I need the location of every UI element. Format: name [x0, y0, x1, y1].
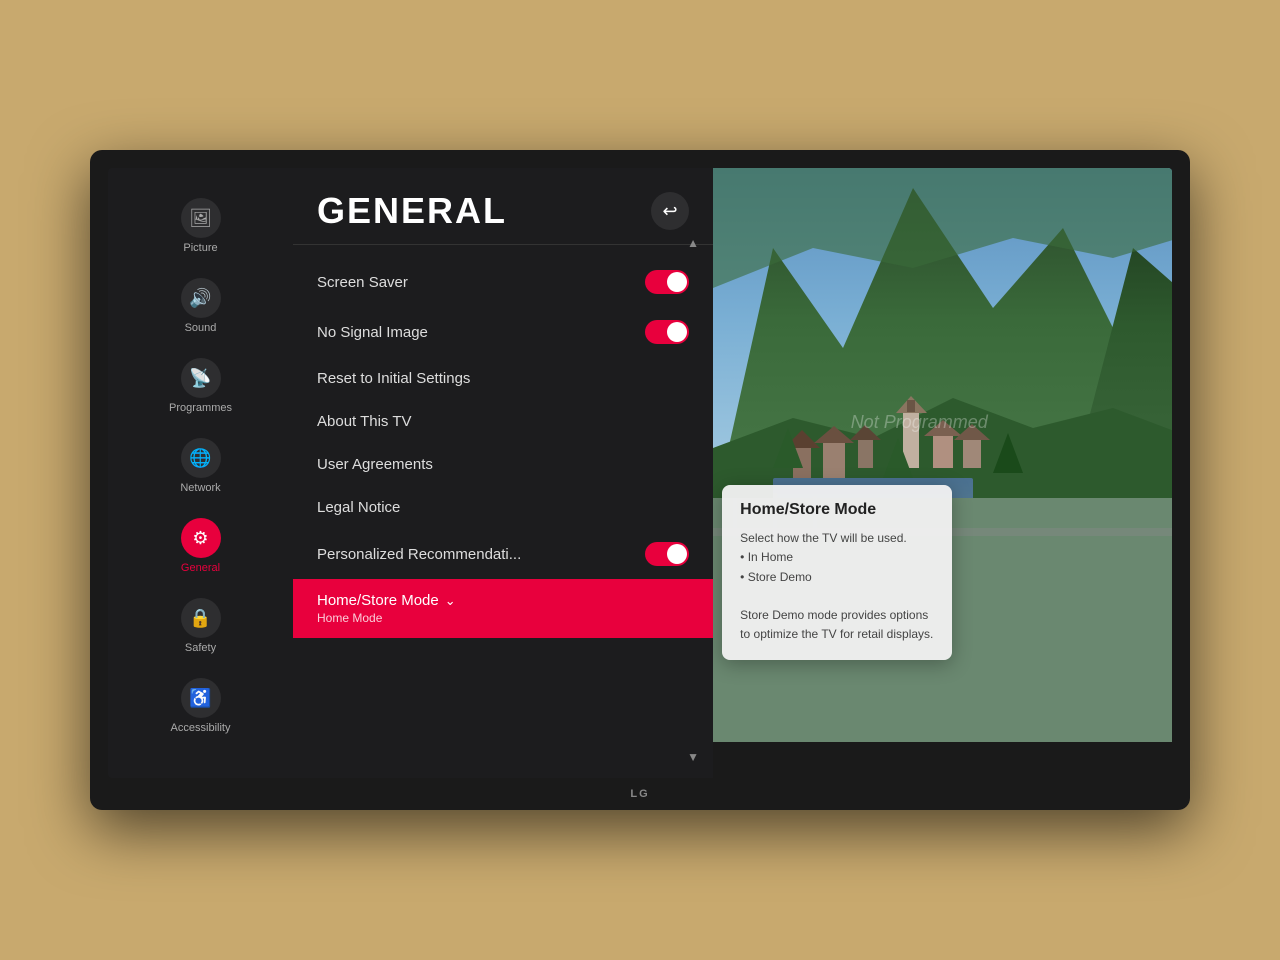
sidebar-item-picture[interactable]: 🖼 Picture — [108, 188, 293, 264]
sidebar-item-network[interactable]: 🌐 Network — [108, 428, 293, 504]
accessibility-icon: ♿ — [181, 678, 221, 718]
home-store-mode-label: Home/Store Mode ⌄ — [317, 592, 456, 609]
sidebar-label-picture: Picture — [183, 242, 217, 254]
screen-saver-toggle[interactable] — [645, 270, 689, 294]
sidebar-label-general: General — [181, 562, 220, 574]
setting-user-agreements[interactable]: User Agreements — [293, 443, 713, 486]
legal-notice-label: Legal Notice — [317, 499, 400, 516]
tooltip-title: Home/Store Mode — [740, 501, 934, 519]
back-button[interactable]: ↩ — [651, 192, 689, 230]
no-signal-image-toggle[interactable] — [645, 320, 689, 344]
setting-home-store-mode[interactable]: Home/Store Mode ⌄ Home Mode — [293, 579, 713, 638]
user-agreements-label: User Agreements — [317, 456, 433, 473]
setting-screen-saver[interactable]: Screen Saver — [293, 257, 713, 307]
panel-title: GENERAL — [317, 190, 507, 232]
sidebar-item-accessibility[interactable]: ♿ Accessibility — [108, 668, 293, 744]
panel-divider — [293, 244, 713, 245]
settings-list: ▲ Screen Saver No Signal Image Reset to … — [293, 253, 713, 778]
general-icon: ⚙ — [181, 518, 221, 558]
setting-legal-notice[interactable]: Legal Notice — [293, 486, 713, 529]
right-panel: Not Programmed Home/Store Mode Select ho… — [713, 168, 1172, 778]
tv-frame: 🖼 Picture 🔊 Sound 📡 Programmes 🌐 Network… — [90, 150, 1190, 810]
screen-saver-label: Screen Saver — [317, 274, 408, 291]
tv-screen: 🖼 Picture 🔊 Sound 📡 Programmes 🌐 Network… — [108, 168, 1172, 778]
home-store-mode-sublabel: Home Mode — [317, 611, 456, 625]
scroll-down-indicator: ▼ — [687, 750, 699, 764]
sidebar-item-sound[interactable]: 🔊 Sound — [108, 268, 293, 344]
not-programmed-text: Not Programmed — [851, 412, 988, 433]
network-icon: 🌐 — [181, 438, 221, 478]
wallpaper-svg — [713, 168, 1172, 778]
setting-about[interactable]: About This TV — [293, 400, 713, 443]
reset-label: Reset to Initial Settings — [317, 370, 470, 387]
sidebar-item-programmes[interactable]: 📡 Programmes — [108, 348, 293, 424]
sidebar-item-general[interactable]: ⚙ General — [108, 508, 293, 584]
sound-icon: 🔊 — [181, 278, 221, 318]
chevron-down-icon: ⌄ — [445, 593, 456, 609]
about-label: About This TV — [317, 413, 412, 430]
lg-logo: LG — [630, 788, 649, 800]
main-panel: GENERAL ↩ ▲ Screen Saver No Signal Image… — [293, 168, 713, 778]
setting-personalized-rec[interactable]: Personalized Recommendati... — [293, 529, 713, 579]
tooltip-popup: Home/Store Mode Select how the TV will b… — [722, 485, 952, 660]
picture-icon: 🖼 — [181, 198, 221, 238]
sidebar-label-sound: Sound — [185, 322, 217, 334]
safety-icon: 🔒 — [181, 598, 221, 638]
sidebar: 🖼 Picture 🔊 Sound 📡 Programmes 🌐 Network… — [108, 168, 293, 778]
no-signal-image-label: No Signal Image — [317, 324, 428, 341]
personalized-rec-label: Personalized Recommendati... — [317, 546, 521, 563]
sidebar-label-accessibility: Accessibility — [171, 722, 231, 734]
sidebar-label-programmes: Programmes — [169, 402, 232, 414]
sidebar-label-network: Network — [180, 482, 220, 494]
setting-reset[interactable]: Reset to Initial Settings — [293, 357, 713, 400]
programmes-icon: 📡 — [181, 358, 221, 398]
tooltip-body: Select how the TV will be used. • In Hom… — [740, 529, 934, 644]
panel-header: GENERAL ↩ — [293, 168, 713, 244]
sidebar-label-safety: Safety — [185, 642, 216, 654]
sidebar-item-safety[interactable]: 🔒 Safety — [108, 588, 293, 664]
home-store-mode-content: Home/Store Mode ⌄ Home Mode — [317, 592, 456, 625]
setting-no-signal-image[interactable]: No Signal Image — [293, 307, 713, 357]
personalized-rec-toggle[interactable] — [645, 542, 689, 566]
